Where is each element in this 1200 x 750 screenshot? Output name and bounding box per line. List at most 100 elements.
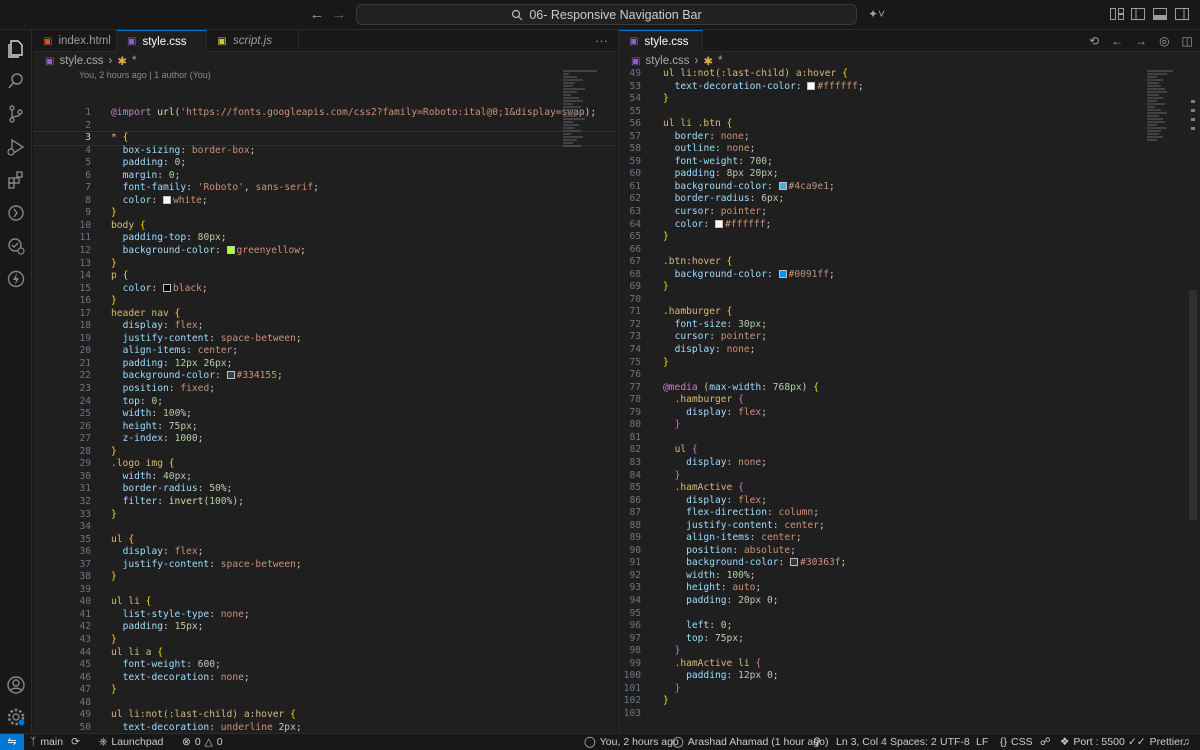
code-line[interactable]: 16} bbox=[33, 295, 617, 308]
more-actions-icon[interactable]: ··· bbox=[595, 33, 608, 48]
zoom-icon[interactable]: ⚲ bbox=[813, 734, 821, 750]
code-line[interactable]: 69} bbox=[619, 281, 1200, 294]
code-line[interactable]: 25 width: 100%; bbox=[33, 408, 617, 421]
launchpad[interactable]: ⎈ Launchpad bbox=[99, 734, 163, 750]
code-text[interactable]: justify-content: center; bbox=[663, 520, 825, 533]
git-branch[interactable]: ᛉ main ⟳ bbox=[30, 734, 80, 750]
code-line[interactable]: 12 background-color: greenyellow; bbox=[33, 245, 617, 258]
code-text[interactable]: * { bbox=[111, 132, 128, 145]
notifications-bell-icon[interactable]: ♫ bbox=[1182, 734, 1190, 750]
code-line[interactable]: 13} bbox=[33, 258, 617, 271]
code-line[interactable]: 70 bbox=[619, 294, 1200, 307]
code-text[interactable]: .hamActive { bbox=[663, 482, 744, 495]
code-text[interactable]: cursor: pointer; bbox=[663, 206, 767, 219]
code-line[interactable]: 94 padding: 20px 0; bbox=[619, 595, 1200, 608]
code-text[interactable]: padding: 20px 0; bbox=[663, 595, 778, 608]
tab-style-css[interactable]: ▣ style.css bbox=[117, 30, 207, 52]
breadcrumb-file[interactable]: style.css bbox=[645, 55, 689, 67]
code-text[interactable]: @media (max-width: 768px) { bbox=[663, 382, 819, 395]
code-text[interactable]: font-size: 30px; bbox=[663, 319, 767, 332]
command-center-search[interactable]: 06- Responsive Navigation Bar bbox=[356, 4, 857, 25]
tab-style-css[interactable]: ▣ style.css bbox=[619, 30, 703, 52]
code-text[interactable]: background-color: #334155; bbox=[111, 370, 283, 383]
code-line[interactable]: 61 background-color: #4ca9e1; bbox=[619, 181, 1200, 194]
code-text[interactable]: padding: 15px; bbox=[111, 621, 204, 634]
git-blame-status[interactable]: ◯ You, 2 hours ago bbox=[584, 734, 679, 750]
code-line[interactable]: 43} bbox=[33, 634, 617, 647]
code-text[interactable]: border-radius: 6px; bbox=[663, 193, 785, 206]
code-text[interactable]: } bbox=[663, 281, 669, 294]
code-text[interactable]: .hamActive li { bbox=[663, 658, 762, 671]
split-editor-icon[interactable]: ◫ bbox=[1182, 34, 1193, 48]
code-text[interactable]: z-index: 1000; bbox=[111, 433, 204, 446]
code-text[interactable]: justify-content: space-between; bbox=[111, 333, 302, 346]
code-text[interactable]: align-items: center; bbox=[111, 345, 239, 358]
code-line[interactable]: 50 text-decoration: underline 2px; bbox=[33, 722, 617, 733]
code-line[interactable]: 57 border: none; bbox=[619, 131, 1200, 144]
code-line[interactable]: 48 bbox=[33, 697, 617, 710]
code-text[interactable]: ul li:not(:last-child) a:hover { bbox=[111, 709, 296, 722]
code-text[interactable]: top: 75px; bbox=[663, 633, 744, 646]
code-line[interactable]: 23 position: fixed; bbox=[33, 383, 617, 396]
code-line[interactable]: 93 height: auto; bbox=[619, 582, 1200, 595]
code-text[interactable]: width: 40px; bbox=[111, 471, 192, 484]
code-text[interactable]: text-decoration: none; bbox=[111, 672, 250, 685]
previous-change-icon[interactable]: ← bbox=[1111, 34, 1123, 48]
code-text[interactable]: background-color: greenyellow; bbox=[111, 245, 306, 258]
code-line[interactable]: 35 ul { bbox=[33, 534, 617, 547]
code-text[interactable]: } bbox=[111, 258, 117, 271]
code-line[interactable]: 49 ul li:not(:last-child) a:hover { bbox=[619, 68, 1200, 81]
author-status[interactable]: ◯ Arashad Ahamad (1 hour ago) bbox=[672, 734, 828, 750]
code-line[interactable]: 76 bbox=[619, 369, 1200, 382]
code-line[interactable]: 67 .btn:hover { bbox=[619, 256, 1200, 269]
code-text[interactable]: background-color: #4ca9e1; bbox=[663, 181, 835, 194]
code-text[interactable]: padding: 8px 20px; bbox=[663, 168, 779, 181]
breadcrumb-symbol[interactable]: * bbox=[718, 55, 722, 67]
testing-icon[interactable] bbox=[6, 236, 26, 256]
code-text[interactable]: text-decoration-color: #ffffff; bbox=[663, 81, 864, 94]
code-line[interactable]: 9} bbox=[33, 207, 617, 220]
code-text[interactable]: ul { bbox=[663, 444, 698, 457]
code-line[interactable]: 75} bbox=[619, 357, 1200, 370]
code-line[interactable]: 1 @import url('https://fonts.googleapis.c… bbox=[33, 107, 617, 120]
code-line[interactable]: 98 } bbox=[619, 645, 1200, 658]
code-text[interactable]: justify-content: space-between; bbox=[111, 559, 302, 572]
code-text[interactable]: header nav { bbox=[111, 308, 180, 321]
code-text[interactable]: .logo img { bbox=[111, 458, 175, 471]
code-text[interactable]: height: auto; bbox=[663, 582, 761, 595]
code-line[interactable]: 42 padding: 15px; bbox=[33, 621, 617, 634]
code-area[interactable]: 1 @import url('https://fonts.googleapis.c… bbox=[33, 107, 617, 733]
code-line[interactable]: 101 } bbox=[619, 683, 1200, 696]
copilot-icon[interactable]: ✦˅ bbox=[868, 7, 885, 21]
code-text[interactable]: flex-direction: column; bbox=[663, 507, 819, 520]
code-text[interactable]: } bbox=[663, 645, 681, 658]
code-line[interactable]: 90 position: absolute; bbox=[619, 545, 1200, 558]
code-line[interactable]: 68 background-color: #0091ff; bbox=[619, 269, 1200, 282]
code-text[interactable]: } bbox=[663, 93, 669, 106]
code-line[interactable]: 59 font-weight: 700; bbox=[619, 156, 1200, 169]
language-mode[interactable]: {} CSS bbox=[1000, 734, 1033, 750]
code-line[interactable]: 21 padding: 12px 26px; bbox=[33, 358, 617, 371]
code-text[interactable]: } bbox=[663, 419, 681, 432]
code-line[interactable]: 22 background-color: #334155; bbox=[33, 370, 617, 383]
code-line[interactable]: 26 height: 75px; bbox=[33, 421, 617, 434]
code-line[interactable]: 72 font-size: 30px; bbox=[619, 319, 1200, 332]
open-changes-icon[interactable]: ⟲ bbox=[1089, 34, 1099, 48]
toggle-primary-sidebar-icon[interactable] bbox=[1131, 8, 1145, 20]
code-text[interactable]: background-color: #30363f; bbox=[663, 557, 846, 570]
code-text[interactable]: ul li:not(:last-child) a:hover { bbox=[663, 68, 848, 81]
encoding[interactable]: UTF-8 bbox=[940, 734, 970, 750]
code-line[interactable]: 46 text-decoration: none; bbox=[33, 672, 617, 685]
code-line[interactable]: 37 justify-content: space-between; bbox=[33, 559, 617, 572]
code-text[interactable]: position: absolute; bbox=[663, 545, 796, 558]
go-live-icon[interactable]: ◎ bbox=[1159, 34, 1169, 48]
code-line[interactable]: 44 ul li a { bbox=[33, 647, 617, 660]
code-text[interactable]: } bbox=[111, 446, 117, 459]
sync-icon[interactable]: ⟳ bbox=[71, 734, 80, 750]
code-line[interactable]: 88 justify-content: center; bbox=[619, 520, 1200, 533]
code-line[interactable]: 100 padding: 12px 0; bbox=[619, 670, 1200, 683]
code-text[interactable]: width: 100%; bbox=[663, 570, 755, 583]
code-line[interactable]: 58 outline: none; bbox=[619, 143, 1200, 156]
code-line[interactable]: 63 cursor: pointer; bbox=[619, 206, 1200, 219]
code-line[interactable]: 8 color: white; bbox=[33, 195, 617, 208]
